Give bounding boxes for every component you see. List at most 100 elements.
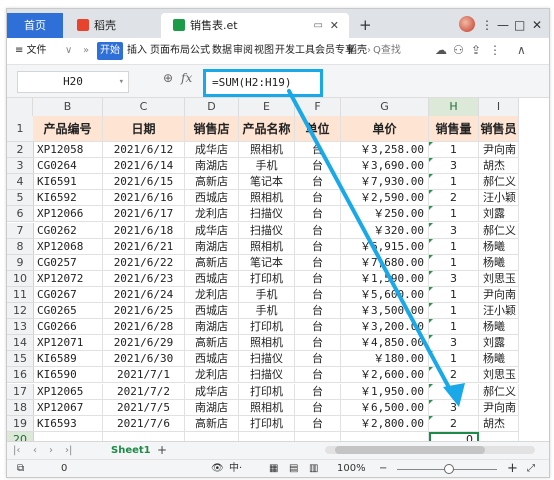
fullscreen-icon[interactable]: ⤢ — [527, 460, 535, 477]
table-cell[interactable]: 打印机 — [239, 270, 295, 287]
fx-icon[interactable]: fx — [181, 71, 192, 85]
table-cell[interactable]: 打印机 — [239, 319, 295, 336]
close-window-icon[interactable]: ✕ — [532, 13, 542, 38]
table-cell[interactable]: 3 — [429, 335, 479, 352]
table-cell[interactable]: 刘思玉 — [479, 270, 519, 287]
table-cell[interactable]: 2021/6/17 — [103, 206, 185, 223]
table-cell[interactable]: 1 — [429, 238, 479, 255]
table-cell[interactable]: 郝仁义 — [479, 383, 519, 400]
zoom-slider-knob[interactable] — [444, 464, 454, 474]
table-cell[interactable]: ￥1,950.00 — [341, 383, 429, 400]
table-cell[interactable]: ￥6,915.00 — [341, 238, 429, 255]
maximize-icon[interactable]: □ — [514, 13, 525, 38]
table-cell[interactable]: 郝仁义 — [479, 174, 519, 191]
table-header-cell[interactable]: 单价 — [341, 116, 429, 142]
table-cell[interactable]: 台 — [295, 222, 341, 239]
table-cell[interactable]: 杨曦 — [479, 319, 519, 336]
table-cell[interactable]: ￥3,258.00 — [341, 142, 429, 159]
table-cell[interactable]: 打印机 — [239, 383, 295, 400]
table-cell[interactable]: 2021/6/25 — [103, 303, 185, 320]
add-sheet-icon[interactable]: + — [157, 442, 167, 459]
table-cell[interactable]: 南湖店 — [185, 238, 239, 255]
table-cell[interactable]: 南湖店 — [185, 158, 239, 175]
table-header-cell[interactable]: 产品编号 — [33, 116, 103, 142]
table-cell[interactable]: 台 — [295, 174, 341, 191]
tab-docer[interactable]: 稻壳 — [65, 13, 157, 38]
table-cell[interactable]: XP12065 — [33, 383, 103, 400]
table-cell[interactable]: 西城店 — [185, 303, 239, 320]
row-header[interactable]: 4 — [7, 174, 34, 191]
cloud-icon[interactable]: ☁ — [435, 43, 447, 57]
table-cell[interactable]: 南湖店 — [185, 399, 239, 416]
row-header[interactable]: 19 — [7, 415, 34, 432]
zoom-out-button[interactable]: − — [379, 460, 387, 477]
table-cell[interactable]: 台 — [295, 383, 341, 400]
table-cell[interactable]: 1 — [429, 303, 479, 320]
horizontal-scrollbar[interactable] — [325, 446, 535, 454]
table-cell[interactable]: 西城店 — [185, 270, 239, 287]
zoom-icon[interactable]: ⊕ — [163, 71, 173, 85]
row-header-1[interactable]: 1 — [7, 116, 34, 142]
column-header-b[interactable]: B — [33, 98, 103, 117]
table-cell[interactable]: 台 — [295, 303, 341, 320]
table-cell[interactable]: 1 — [429, 351, 479, 368]
row-header[interactable]: 11 — [7, 286, 34, 303]
menu-docer[interactable]: 稻壳 — [347, 38, 367, 64]
table-cell[interactable]: ￥2,800.00 — [341, 415, 429, 432]
table-cell[interactable]: XP12058 — [33, 142, 103, 159]
first-sheet-icon[interactable]: |‹ — [13, 442, 20, 459]
table-cell[interactable]: 手机 — [239, 303, 295, 320]
table-cell[interactable]: 胡杰 — [479, 415, 519, 432]
table-cell[interactable]: 2021/6/18 — [103, 222, 185, 239]
row-header[interactable]: 18 — [7, 399, 34, 416]
table-cell[interactable]: 台 — [295, 415, 341, 432]
table-cell[interactable]: 扫描仪 — [239, 351, 295, 368]
menu-view[interactable]: 视图 — [254, 38, 274, 64]
table-cell[interactable]: 杨曦 — [479, 351, 519, 368]
table-cell[interactable]: 尹向南 — [479, 286, 519, 303]
select-all-corner[interactable] — [7, 98, 33, 117]
name-box[interactable]: H20 ▾ — [17, 71, 129, 93]
table-cell[interactable]: CG0262 — [33, 222, 103, 239]
column-header-f[interactable]: F — [295, 98, 341, 117]
row-header[interactable]: 9 — [7, 254, 34, 271]
table-cell[interactable]: 汪小颖 — [479, 190, 519, 207]
table-cell[interactable]: 手机 — [239, 158, 295, 175]
column-header-i[interactable]: I — [479, 98, 519, 117]
table-cell[interactable]: 2021/6/29 — [103, 335, 185, 352]
table-cell[interactable]: 2021/6/12 — [103, 142, 185, 159]
table-cell[interactable]: 高新店 — [185, 254, 239, 271]
table-cell[interactable]: 刘露 — [479, 206, 519, 223]
row-header[interactable]: 14 — [7, 335, 34, 352]
table-cell[interactable]: CG0264 — [33, 158, 103, 175]
table-cell[interactable]: 2 — [429, 415, 479, 432]
close-tab-icon[interactable]: ✕ — [330, 13, 339, 38]
column-header-g[interactable]: G — [341, 98, 429, 117]
more-options-icon[interactable]: ⋮ — [489, 43, 501, 57]
table-cell[interactable]: KI6589 — [33, 351, 103, 368]
minimize-icon[interactable]: — — [497, 13, 509, 38]
table-cell[interactable]: 刘露 — [479, 335, 519, 352]
table-cell[interactable]: 胡杰 — [479, 158, 519, 175]
table-header-cell[interactable]: 产品名称 — [239, 116, 295, 142]
table-cell[interactable]: CG0257 — [33, 254, 103, 271]
table-cell[interactable]: KI6591 — [33, 174, 103, 191]
row-header[interactable]: 15 — [7, 351, 34, 368]
table-cell[interactable]: 照相机 — [239, 399, 295, 416]
table-cell[interactable]: 1 — [429, 319, 479, 336]
row-header[interactable]: 17 — [7, 383, 34, 400]
table-cell[interactable]: 1 — [429, 174, 479, 191]
table-cell[interactable]: 2021/6/22 — [103, 254, 185, 271]
table-cell[interactable]: 1 — [429, 286, 479, 303]
tab-sales-sheet[interactable]: 销售表.et ▭ ✕ — [161, 13, 349, 38]
table-cell[interactable]: 扫描仪 — [239, 206, 295, 223]
table-cell[interactable]: 2021/6/24 — [103, 286, 185, 303]
table-cell[interactable]: 2021/7/2 — [103, 383, 185, 400]
table-cell[interactable]: ￥3,690.00 — [341, 158, 429, 175]
table-cell[interactable]: 2021/6/28 — [103, 319, 185, 336]
table-cell[interactable]: 高新店 — [185, 415, 239, 432]
row-header[interactable]: 16 — [7, 367, 34, 384]
table-cell[interactable]: 2021/7/6 — [103, 415, 185, 432]
eye-protect-icon[interactable]: 👁 — [211, 460, 224, 477]
table-cell[interactable]: KI6590 — [33, 367, 103, 384]
